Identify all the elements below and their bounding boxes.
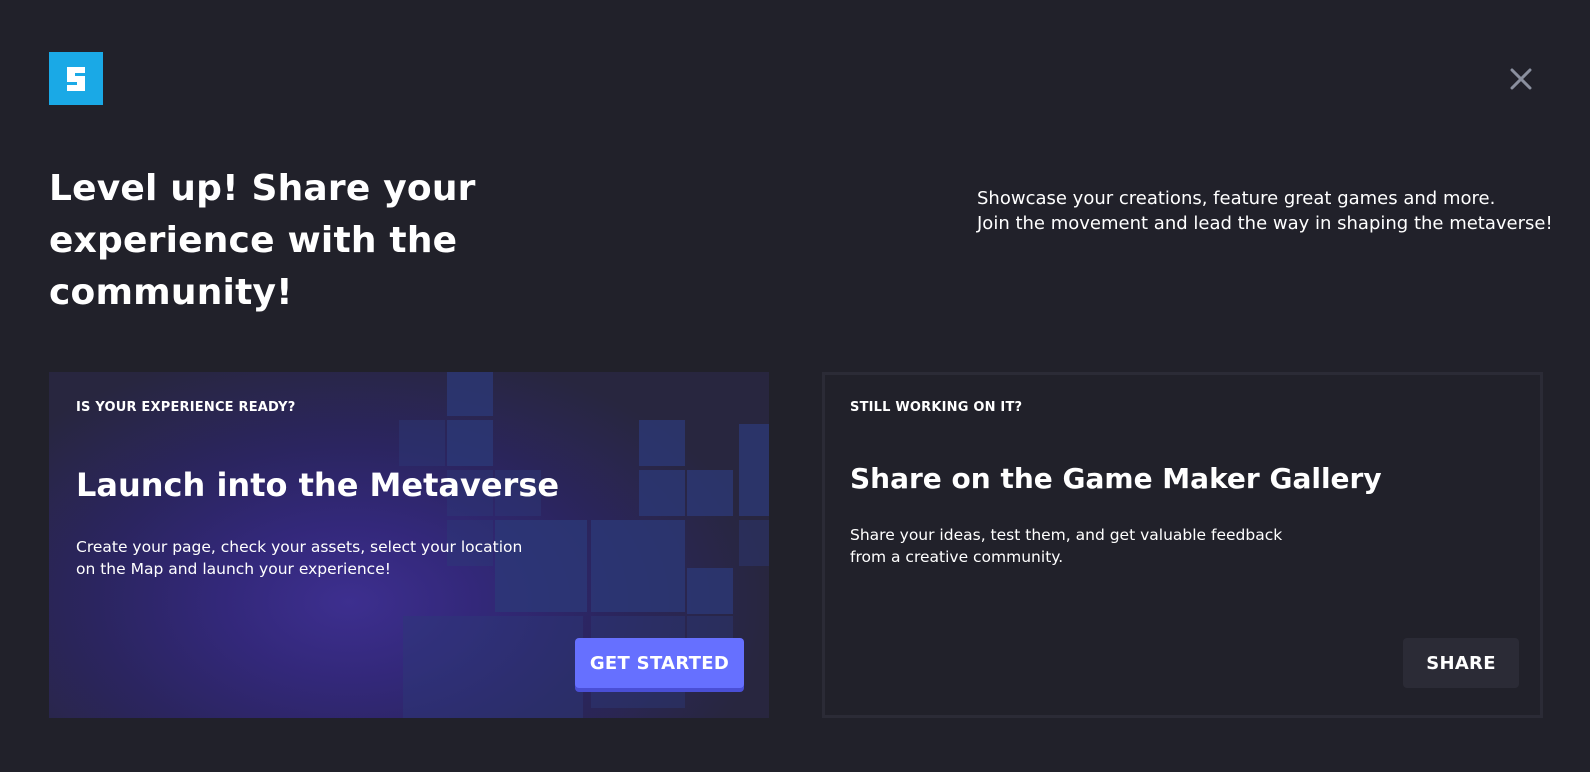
launch-title: Launch into the Metaverse bbox=[76, 466, 560, 504]
launch-eyebrow: IS YOUR EXPERIENCE READY? bbox=[76, 400, 296, 415]
decor-tile bbox=[591, 520, 685, 612]
launch-card: IS YOUR EXPERIENCE READY? Launch into th… bbox=[49, 372, 769, 718]
page-title: Level up! Share your experience with the… bbox=[49, 168, 476, 313]
share-eyebrow: STILL WORKING ON IT? bbox=[850, 400, 1023, 415]
sandbox-logo bbox=[49, 52, 103, 105]
share-description: Share your ideas, test them, and get val… bbox=[850, 526, 1283, 566]
community-share-modal: Level up! Share your experience with the… bbox=[0, 0, 1590, 772]
share-title: Share on the Game Maker Gallery bbox=[850, 462, 1382, 495]
intro-text: Showcase your creations, feature great g… bbox=[977, 186, 1577, 236]
intro-line: Join the movement and lead the way in sh… bbox=[977, 213, 1553, 234]
decor-tile bbox=[403, 616, 583, 718]
close-button[interactable] bbox=[1506, 64, 1536, 94]
decor-tile bbox=[739, 424, 769, 516]
decor-tile bbox=[399, 420, 445, 466]
decor-tile bbox=[739, 520, 769, 566]
get-started-button[interactable]: GET STARTED bbox=[575, 638, 744, 688]
decor-tile bbox=[687, 470, 733, 516]
launch-description: Create your page, check your assets, sel… bbox=[76, 538, 523, 578]
sandbox-s-logo-icon bbox=[67, 66, 85, 91]
decor-tile bbox=[447, 420, 493, 466]
decor-tile bbox=[639, 420, 685, 466]
decor-tile bbox=[687, 568, 733, 614]
share-button[interactable]: SHARE bbox=[1403, 638, 1519, 688]
decor-tile bbox=[447, 372, 493, 416]
intro-line: Showcase your creations, feature great g… bbox=[977, 188, 1496, 209]
decor-tile bbox=[639, 470, 685, 516]
share-card: STILL WORKING ON IT? Share on the Game M… bbox=[822, 372, 1543, 718]
close-icon[interactable] bbox=[1509, 67, 1533, 91]
